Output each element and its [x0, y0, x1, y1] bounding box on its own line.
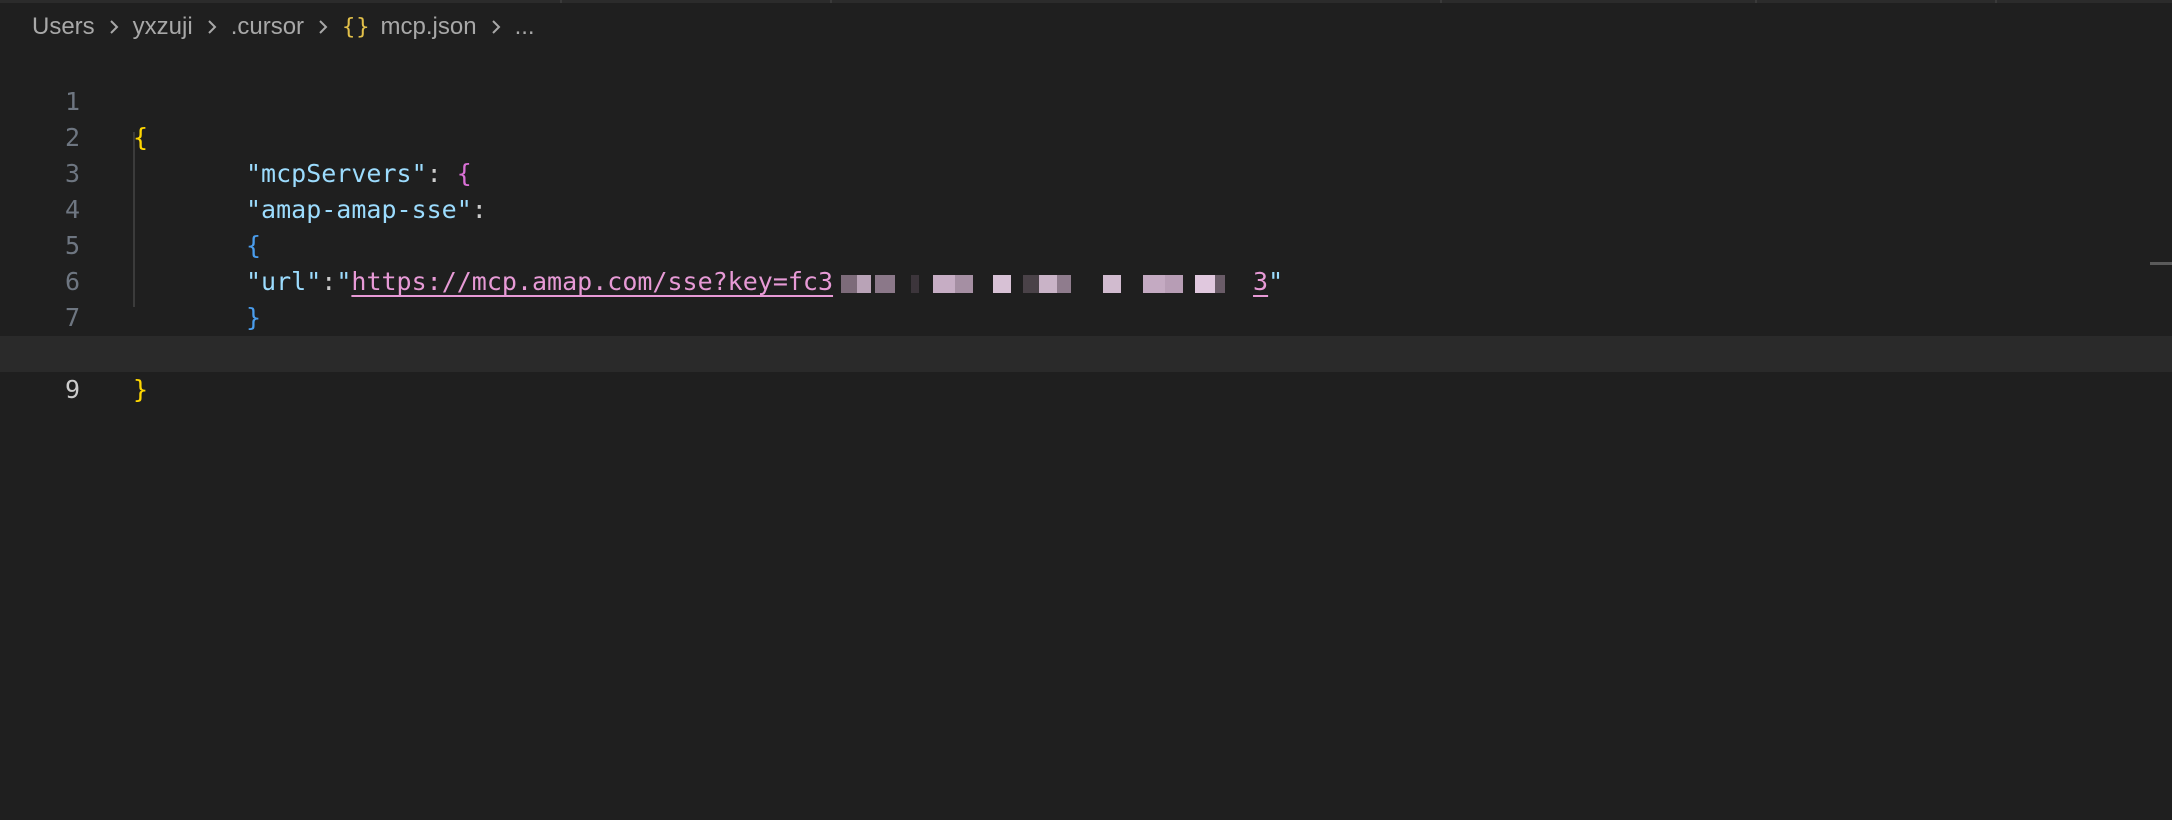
scrollbar-marker — [2150, 262, 2172, 265]
breadcrumb-more[interactable]: ... — [515, 13, 535, 41]
breadcrumb-mcp-json[interactable]: mcp.json — [381, 13, 477, 41]
code-line[interactable]: 1 { — [0, 48, 2172, 152]
chevron-right-icon — [487, 15, 505, 39]
code-line[interactable]: 2 "mcpServers": { — [0, 84, 2172, 188]
code-editor[interactable]: 1 { 2 "mcpServers": { 3 "amap-amap-sse":… — [0, 48, 2172, 410]
chevron-right-icon — [314, 15, 332, 39]
code-line[interactable]: 7 } — [0, 264, 2172, 368]
breadcrumb: Users yxzuji .cursor {} mcp.json ... — [32, 12, 535, 42]
code-line[interactable]: 5 "url":"https://mcp.amap.com/sse?key=fc… — [0, 192, 2172, 296]
vertical-scrollbar[interactable] — [2150, 48, 2172, 410]
close-brace: } — [133, 375, 149, 404]
breadcrumb-yxzuji[interactable]: yxzuji — [133, 13, 193, 41]
chevron-right-icon — [105, 15, 123, 39]
line-number: 9 — [64, 375, 80, 404]
code-line[interactable]: 8 } — [0, 300, 2172, 404]
code-line[interactable]: 3 "amap-amap-sse": — [0, 120, 2172, 224]
breadcrumb-cursor[interactable]: .cursor — [231, 13, 304, 41]
code-line[interactable]: 6 } — [0, 228, 2172, 332]
current-line[interactable]: 9 — [0, 336, 2172, 404]
json-file-icon: {} — [342, 14, 371, 40]
tab-strip-edge — [0, 0, 2172, 3]
chevron-right-icon — [203, 15, 221, 39]
breadcrumb-users[interactable]: Users — [32, 13, 95, 41]
code-line[interactable]: 4 { — [0, 156, 2172, 260]
